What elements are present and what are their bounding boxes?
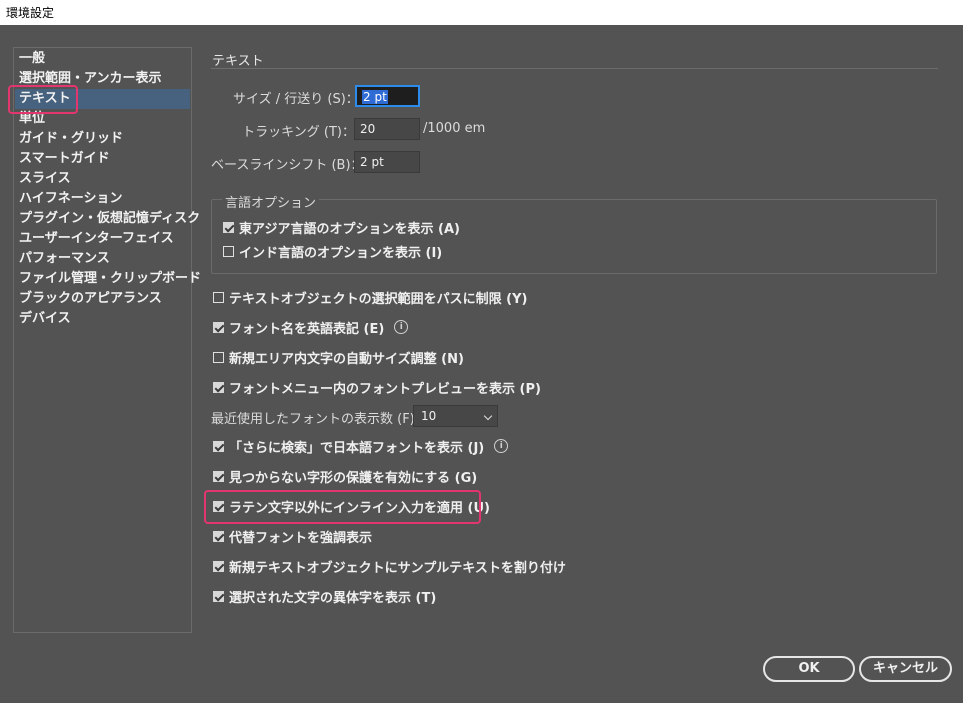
- category-list: 一般 選択範囲・アンカー表示 テキスト 単位 ガイド・グリッド スマートガイド …: [13, 47, 201, 633]
- recent-fonts-select[interactable]: 10: [413, 405, 498, 427]
- ok-button[interactable]: OK: [763, 656, 855, 682]
- checkbox-label: 新規テキストオブジェクトにサンプルテキストを割り付け: [229, 560, 566, 576]
- sidebar-item-slices[interactable]: スライス: [19, 169, 191, 189]
- window-title: 環境設定: [0, 0, 963, 25]
- sidebar-item-selection-anchor[interactable]: 選択範囲・アンカー表示: [19, 69, 191, 89]
- checkbox-label: 「さらに検索」で日本語フォントを表示 (J): [229, 440, 485, 456]
- highlight-substituted-fonts-checkbox[interactable]: 代替フォントを強調表示: [213, 527, 373, 546]
- auto-size-area-text-checkbox[interactable]: 新規エリア内文字の自動サイズ調整 (N): [213, 348, 464, 367]
- checkbox-checked-icon: [213, 381, 224, 393]
- font-names-english-checkbox[interactable]: フォント名を英語表記 (E) i: [213, 318, 409, 337]
- font-preview-checkbox[interactable]: フォントメニュー内のフォントプレビューを表示 (P): [213, 378, 541, 397]
- checkbox-label: 見つからない字形の保護を有効にする (G): [229, 470, 478, 486]
- checkbox-label: ラテン文字以外にインライン入力を適用 (U): [229, 500, 490, 516]
- sidebar-item-smart-guides[interactable]: スマートガイド: [19, 149, 191, 169]
- info-icon[interactable]: i: [494, 439, 509, 453]
- tracking-input[interactable]: 20: [354, 118, 420, 140]
- sidebar-item-user-interface[interactable]: ユーザーインターフェイス: [19, 229, 191, 249]
- inline-input-non-latin-checkbox[interactable]: ラテン文字以外にインライン入力を適用 (U): [213, 497, 490, 516]
- section-title: テキスト: [212, 54, 264, 69]
- show-alternate-glyphs-checkbox[interactable]: 選択された文字の異体字を表示 (T): [213, 587, 437, 606]
- checkbox-unchecked-icon: [213, 351, 224, 363]
- indic-options-checkbox[interactable]: インド言語のオプションを表示 (I): [223, 242, 443, 261]
- checkbox-checked-icon: [213, 500, 224, 512]
- checkbox-checked-icon: [213, 590, 224, 602]
- sidebar-item-black-appearance[interactable]: ブラックのアピアランス: [19, 289, 191, 309]
- baseline-shift-input[interactable]: 2 pt: [354, 151, 420, 173]
- size-leading-label: サイズ / 行送り (S)：: [233, 92, 359, 107]
- sidebar-item-devices[interactable]: デバイス: [19, 309, 191, 329]
- checkbox-label: 選択された文字の異体字を表示 (T): [229, 590, 437, 606]
- tracking-label: トラッキング (T)：: [242, 125, 355, 140]
- sidebar-item-guides-grid[interactable]: ガイド・グリッド: [19, 129, 191, 149]
- size-leading-input[interactable]: 2 pt: [355, 85, 420, 107]
- checkbox-label: 東アジア言語のオプションを表示 (A): [239, 221, 460, 237]
- checkbox-checked-icon: [213, 470, 224, 482]
- missing-glyph-protection-checkbox[interactable]: 見つからない字形の保護を有効にする (G): [213, 467, 478, 486]
- baseline-shift-label: ベースラインシフト (B)：: [211, 158, 364, 173]
- section-divider: [211, 68, 938, 69]
- sidebar-item-units[interactable]: 単位: [19, 109, 191, 129]
- sidebar-item-general[interactable]: 一般: [19, 49, 191, 69]
- recent-fonts-value: 10: [421, 409, 437, 423]
- chevron-down-icon: [483, 411, 493, 421]
- checkbox-label: フォントメニュー内のフォントプレビューを表示 (P): [229, 381, 541, 397]
- checkbox-unchecked-icon: [213, 291, 224, 303]
- sidebar-item-performance[interactable]: パフォーマンス: [19, 249, 191, 269]
- checkbox-label: 代替フォントを強調表示: [229, 530, 373, 546]
- east-asian-options-checkbox[interactable]: 東アジア言語のオプションを表示 (A): [223, 218, 460, 237]
- checkbox-checked-icon: [223, 221, 234, 233]
- sidebar-item-text[interactable]: テキスト: [15, 89, 190, 109]
- checkbox-checked-icon: [213, 440, 224, 452]
- tracking-unit: /1000 em: [423, 121, 486, 136]
- checkbox-label: 新規エリア内文字の自動サイズ調整 (N): [229, 351, 464, 367]
- cancel-button[interactable]: キャンセル: [859, 656, 952, 682]
- checkbox-unchecked-icon: [223, 245, 234, 257]
- checkbox-label: インド言語のオプションを表示 (I): [239, 245, 443, 261]
- sidebar-item-file-handling[interactable]: ファイル管理・クリップボード: [19, 269, 201, 289]
- checkbox-checked-icon: [213, 321, 224, 333]
- sidebar-item-hyphenation[interactable]: ハイフネーション: [19, 189, 191, 209]
- more-search-japanese-checkbox[interactable]: 「さらに検索」で日本語フォントを表示 (J) i: [213, 437, 509, 456]
- checkbox-checked-icon: [213, 530, 224, 542]
- language-options-group: [211, 199, 937, 274]
- limit-path-selection-checkbox[interactable]: テキストオブジェクトの選択範囲をパスに制限 (Y): [213, 288, 528, 307]
- checkbox-label: テキストオブジェクトの選択範囲をパスに制限 (Y): [229, 291, 528, 307]
- sidebar-item-plugins-scratch[interactable]: プラグイン・仮想記憶ディスク: [19, 209, 200, 229]
- info-icon[interactable]: i: [394, 320, 409, 334]
- language-options-title: 言語オプション: [222, 192, 320, 211]
- fill-placeholder-text-checkbox[interactable]: 新規テキストオブジェクトにサンプルテキストを割り付け: [213, 557, 566, 576]
- recent-fonts-label: 最近使用したフォントの表示数 (F)：: [211, 412, 428, 427]
- checkbox-label: フォント名を英語表記 (E): [229, 321, 385, 337]
- checkbox-checked-icon: [213, 560, 224, 572]
